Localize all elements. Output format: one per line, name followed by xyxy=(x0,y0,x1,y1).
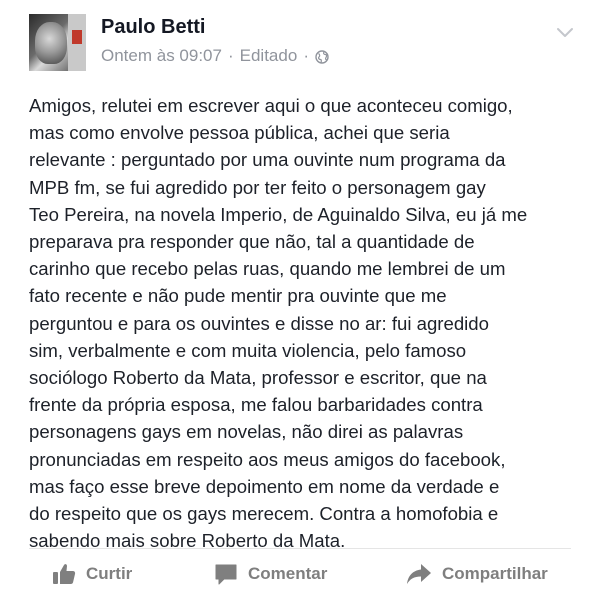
meta-separator: · xyxy=(227,46,234,65)
post-body-line: Teo Pereira, na novela Imperio, de Aguin… xyxy=(29,203,528,225)
comment-icon xyxy=(214,563,238,585)
like-button[interactable]: Curtir xyxy=(52,552,132,596)
post-body-line: personagens gays em novelas, não direi a… xyxy=(29,421,464,443)
post-body-line: sim, verbalmente e com muita violencia, … xyxy=(29,339,467,361)
post-body-line: mas faço esse breve depoimento em nome d… xyxy=(29,475,500,497)
thumbs-up-icon xyxy=(52,563,76,585)
post-body-line: fato recente e não pude mentir pra ouvin… xyxy=(29,285,447,307)
post-body-line: preparava pra responder que não, tal a q… xyxy=(29,231,475,253)
post-body-line: pronunciadas em respeito aos meus amigos… xyxy=(29,448,506,470)
post-body-line: mas como envolve pessoa pública, achei q… xyxy=(29,122,450,144)
post-body-line: do respeito que os gays merecem. Contra … xyxy=(29,503,499,525)
post-body-line: perguntou e para os ouvintes e disse no … xyxy=(29,312,489,334)
avatar-face xyxy=(35,22,67,64)
post-body-line: Amigos, relutei em escrever aqui o que a… xyxy=(29,95,513,116)
post-body-line: frente da própria esposa, me falou barba… xyxy=(29,394,483,416)
globe-icon[interactable] xyxy=(315,49,329,64)
comment-label: Comentar xyxy=(248,564,328,583)
author-name[interactable]: Paulo Betti xyxy=(101,16,205,39)
post-body-line: sabendo mais sobre Roberto da Mata. xyxy=(29,530,346,552)
post-meta: Ontem às 09:07 · Editado · xyxy=(101,46,329,66)
avatar[interactable] xyxy=(29,14,86,71)
comment-button[interactable]: Comentar xyxy=(214,552,327,596)
post-body: Amigos, relutei em escrever aqui o que a… xyxy=(29,92,589,554)
meta-separator: · xyxy=(303,46,309,65)
post-body-line: carinho que recebo pelas ruas, quando me… xyxy=(29,258,506,280)
chevron-down-icon[interactable] xyxy=(556,26,574,38)
post-body-line: MPB fm, se fui agredido por ter feito o … xyxy=(29,176,486,198)
edited-label[interactable]: Editado xyxy=(240,46,298,66)
avatar-mark xyxy=(72,30,82,44)
post-card: Paulo Betti Ontem às 09:07 · Editado · A… xyxy=(0,0,600,600)
post-body-line: sociólogo Roberto da Mata, professor e e… xyxy=(29,367,487,389)
share-label: Compartilhar xyxy=(442,564,548,583)
actions-divider xyxy=(29,548,571,549)
action-bar: Curtir Comentar Compartilhar xyxy=(0,552,600,596)
post-body-line: relevante : perguntado por uma ouvinte n… xyxy=(29,149,506,171)
share-arrow-icon xyxy=(406,563,432,585)
like-label: Curtir xyxy=(86,564,133,583)
post-timestamp[interactable]: Ontem às 09:07 xyxy=(101,46,222,66)
share-button[interactable]: Compartilhar xyxy=(406,552,548,596)
